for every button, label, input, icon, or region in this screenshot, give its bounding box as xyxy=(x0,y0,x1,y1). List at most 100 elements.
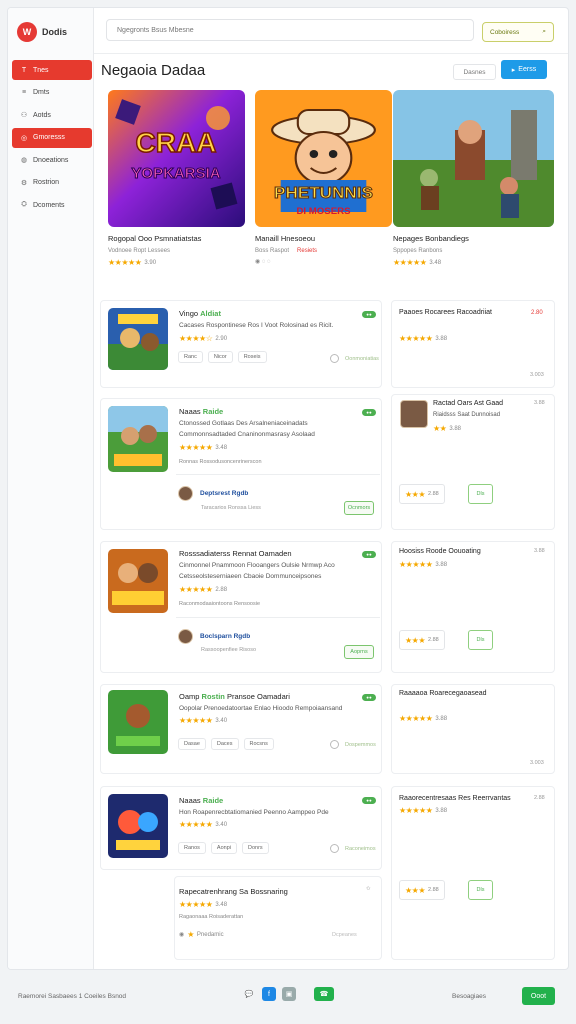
star-rating-icon: ★★★★★ xyxy=(393,258,427,267)
sort-select[interactable]: Dasnes xyxy=(453,64,496,80)
game-thumbnail[interactable] xyxy=(108,549,168,613)
footer-links[interactable]: Raemorei Sasbaees 1 Coeiles Bsnod xyxy=(18,993,126,1000)
donation-icon: ◍ xyxy=(20,157,28,164)
sidebar-item-label: Gmoresss xyxy=(33,134,65,141)
featured-card[interactable]: PHETUNNIS DI MOSERS Manaill Hnesoeou Bos… xyxy=(255,90,392,265)
star-rating-icon: ★★★★★ xyxy=(179,900,213,909)
sidebar-item-gmoresss[interactable]: ◎ Gmoresss xyxy=(12,127,92,148)
featured-title: Manaill Hnesoeou xyxy=(255,234,316,243)
chat-icon[interactable]: 💬 xyxy=(242,987,256,1001)
game-title-tail: Bossnaring xyxy=(250,887,288,896)
star-rating-icon: ★★★★★ xyxy=(179,443,213,452)
sidebar-item-label: Rostrion xyxy=(33,179,60,186)
game-thumbnail-image xyxy=(108,549,168,613)
tag-chip[interactable]: Donrs xyxy=(241,842,269,854)
sidebar-item-dmts[interactable]: ≡ Dmts xyxy=(12,83,92,103)
rate-button-label: 2.88 xyxy=(428,637,439,643)
footer-right-link[interactable]: Besoagiaes xyxy=(452,993,486,1000)
featured-card[interactable]: Nepages Bonbandiegs Sppopes Ranbons ★★★★… xyxy=(393,90,554,267)
rate-button[interactable]: ★★★ 2.88 xyxy=(399,880,445,900)
rating-value: 3.88 xyxy=(435,715,448,722)
ghost-action[interactable]: Raconeimos xyxy=(330,844,376,853)
secondary-button[interactable]: Dls xyxy=(468,484,493,504)
avatar xyxy=(178,486,193,501)
social-icon[interactable]: f xyxy=(262,987,276,1001)
status-badge: ●● xyxy=(362,551,376,558)
ghost-action[interactable]: Oonmoniatias xyxy=(330,354,379,363)
sidebar-item-aotds[interactable]: ⚇ Aotds xyxy=(12,105,92,125)
ghost-action[interactable]: Dcpeanes xyxy=(332,932,357,938)
search-icon: ⌕ xyxy=(542,28,546,35)
side-card-number: 2.88 xyxy=(534,795,545,801)
game-title-text: Oamp xyxy=(179,692,200,701)
footer-button[interactable]: Ooot xyxy=(522,987,555,1005)
side-card-number: 3.003 xyxy=(530,760,544,766)
brand[interactable]: W Dodis xyxy=(17,22,67,42)
tag-chip[interactable]: Rocsns xyxy=(243,738,274,750)
sidebar: W Dodis T Tnes ≡ Dmts ⚇ Aotds ◎ Gmoresss ◍ Dn… xyxy=(8,8,94,969)
tag-chip[interactable]: Dasae xyxy=(178,738,206,750)
secondary-button[interactable]: Dls xyxy=(468,880,493,900)
sidebar-item-rostrion[interactable]: ⚙ Rostrion xyxy=(12,173,92,193)
rate-button[interactable]: ★★★ 2.88 xyxy=(399,484,445,504)
sidebar-item-tnes[interactable]: T Tnes xyxy=(12,60,92,80)
rate-button[interactable]: ★★★ 2.88 xyxy=(399,630,445,650)
author-name: Boclsparn Rgdb xyxy=(200,633,251,640)
ghost-action-label: Oonmoniatias xyxy=(345,355,379,362)
ghost-action[interactable]: Dospemmos xyxy=(330,740,376,749)
star-icon: ★★★ xyxy=(405,885,426,895)
side-card-title: Raaorecentresaas Res Reerrvantas xyxy=(399,795,511,802)
game-thumbnail[interactable] xyxy=(108,794,168,858)
featured-art-image xyxy=(393,90,554,227)
search-input[interactable]: Ngegronts Bsus Mbesne xyxy=(106,19,474,41)
author[interactable]: Boclsparn Rgdb xyxy=(178,629,250,644)
art-title-text: PHETUNNIS xyxy=(274,184,373,202)
image-icon[interactable]: ▣ xyxy=(282,987,296,1001)
tag-list: Ranc Nicor Roseis xyxy=(178,351,267,363)
secondary-button[interactable]: Dls xyxy=(468,630,493,650)
tag-chip[interactable]: Nicor xyxy=(207,351,233,363)
star-rating-icon: ★★★★★ xyxy=(179,820,213,829)
sidebar-item-label: Aotds xyxy=(33,111,51,119)
game-title-text: Naaas xyxy=(179,407,201,416)
author[interactable]: Deptsrest Rgdb xyxy=(178,486,248,501)
featured-art[interactable]: CRAA YOPKARSIA xyxy=(108,90,245,227)
side-card-number: 3.88 xyxy=(534,400,545,406)
game-thumbnail[interactable] xyxy=(108,406,168,472)
art-subtitle-text: DI MOSERS xyxy=(296,206,350,216)
rating-value: 3.88 xyxy=(449,425,462,432)
star-rating-icon: ★★★★☆ xyxy=(179,334,213,343)
primary-button[interactable]: ▸ Eerss xyxy=(501,60,547,79)
tag-chip[interactable]: Ranos xyxy=(178,842,206,854)
tag-chip[interactable]: Roseis xyxy=(237,351,267,363)
featured-card[interactable]: CRAA YOPKARSIA Rogopal Ooo Psmnatiatstas… xyxy=(108,90,245,267)
notification-icon[interactable]: ☎ xyxy=(314,987,334,1001)
game-thumbnail[interactable] xyxy=(108,308,168,370)
game-title-tag: Aldiat xyxy=(200,309,221,318)
rating-value: 3.48 xyxy=(215,901,228,908)
sidebar-item-dnoeations[interactable]: ◍ Dnoeations xyxy=(12,150,92,170)
sidebar-nav: T Tnes ≡ Dmts ⚇ Aotds ◎ Gmoresss ◍ Dnoeations… xyxy=(12,60,92,218)
tag-chip[interactable]: Aonpi xyxy=(210,842,237,854)
game-meta: Ronnas Rossodusoncenrinerscon xyxy=(179,459,262,465)
rate-button-label: 2.88 xyxy=(428,887,439,893)
search-button[interactable]: Coboiress ⌕ xyxy=(482,22,554,42)
featured-art-image: CRAA YOPKARSIA xyxy=(108,90,245,227)
star-rating-icon: ★★★★★ xyxy=(399,334,433,343)
game-desc: Hon Roapenrecbtatiomanied Peenno Aamppeo… xyxy=(179,809,329,816)
ring-icon: ◉ ◌ ◌ xyxy=(255,259,271,265)
tag-chip[interactable]: Ranc xyxy=(178,351,203,363)
game-title: Oamp Rostin Pransoe Oamadari xyxy=(179,692,290,701)
featured-art[interactable]: PHETUNNIS DI MOSERS xyxy=(255,90,392,227)
sidebar-item-dcoments[interactable]: ⛭ Dcoments xyxy=(12,195,92,215)
rating-value: 3.40 xyxy=(215,821,228,828)
action-button[interactable]: Aoprns xyxy=(344,645,374,659)
featured-art[interactable] xyxy=(393,90,554,227)
star-icon: ✩ xyxy=(366,886,371,892)
action-button[interactable]: Ocnmors xyxy=(344,501,374,515)
status-badge: ●● xyxy=(362,409,376,416)
game-desc: Ctonossed Gotlaas Des Arsalneniaceinadat… xyxy=(179,420,308,427)
tag-chip[interactable]: Daces xyxy=(210,738,239,750)
game-thumbnail[interactable] xyxy=(108,690,168,754)
star-rating-icon: ★★ xyxy=(433,424,447,433)
